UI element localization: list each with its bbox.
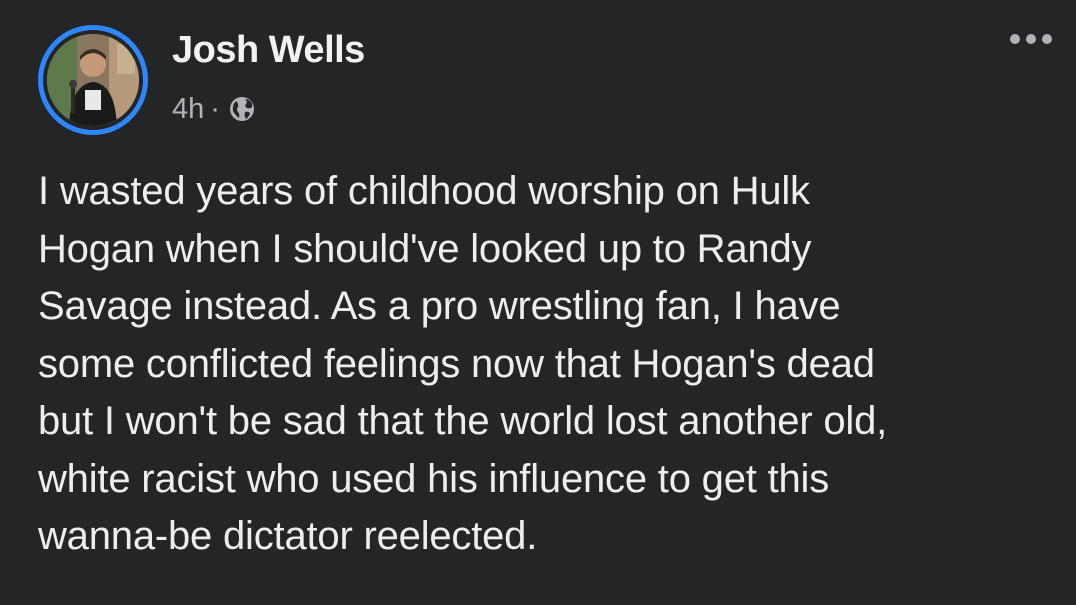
- avatar-story-ring[interactable]: [38, 25, 148, 135]
- post-card: Josh Wells 4h · I wasted years of childh…: [0, 0, 1076, 605]
- post-header: Josh Wells 4h ·: [38, 25, 1038, 135]
- more-options-icon[interactable]: [1010, 34, 1052, 44]
- more-dot: [1026, 34, 1036, 44]
- more-dot: [1042, 34, 1052, 44]
- globe-icon[interactable]: [228, 95, 256, 123]
- post-body-text: I wasted years of childhood worship on H…: [38, 169, 888, 558]
- post-timestamp[interactable]: 4h: [172, 93, 204, 126]
- post-meta: 4h ·: [172, 91, 256, 127]
- avatar-image: [47, 34, 139, 126]
- avatar-frame: [43, 30, 143, 130]
- meta-separator: ·: [210, 92, 220, 125]
- more-dot: [1010, 34, 1020, 44]
- avatar[interactable]: [47, 34, 139, 126]
- author-name[interactable]: Josh Wells: [172, 29, 365, 72]
